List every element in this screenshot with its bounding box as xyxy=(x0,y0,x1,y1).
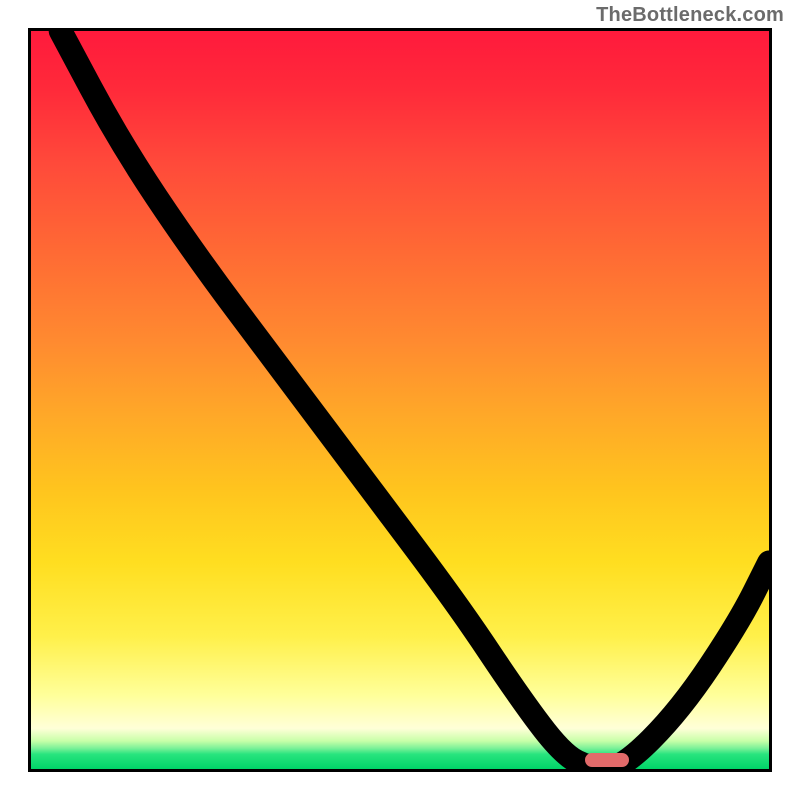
chart-frame xyxy=(28,28,772,772)
bottleneck-curve xyxy=(31,31,769,769)
watermark-text: TheBottleneck.com xyxy=(596,4,784,27)
optimal-point-marker xyxy=(585,753,629,767)
chart-stage: TheBottleneck.com xyxy=(0,0,800,800)
